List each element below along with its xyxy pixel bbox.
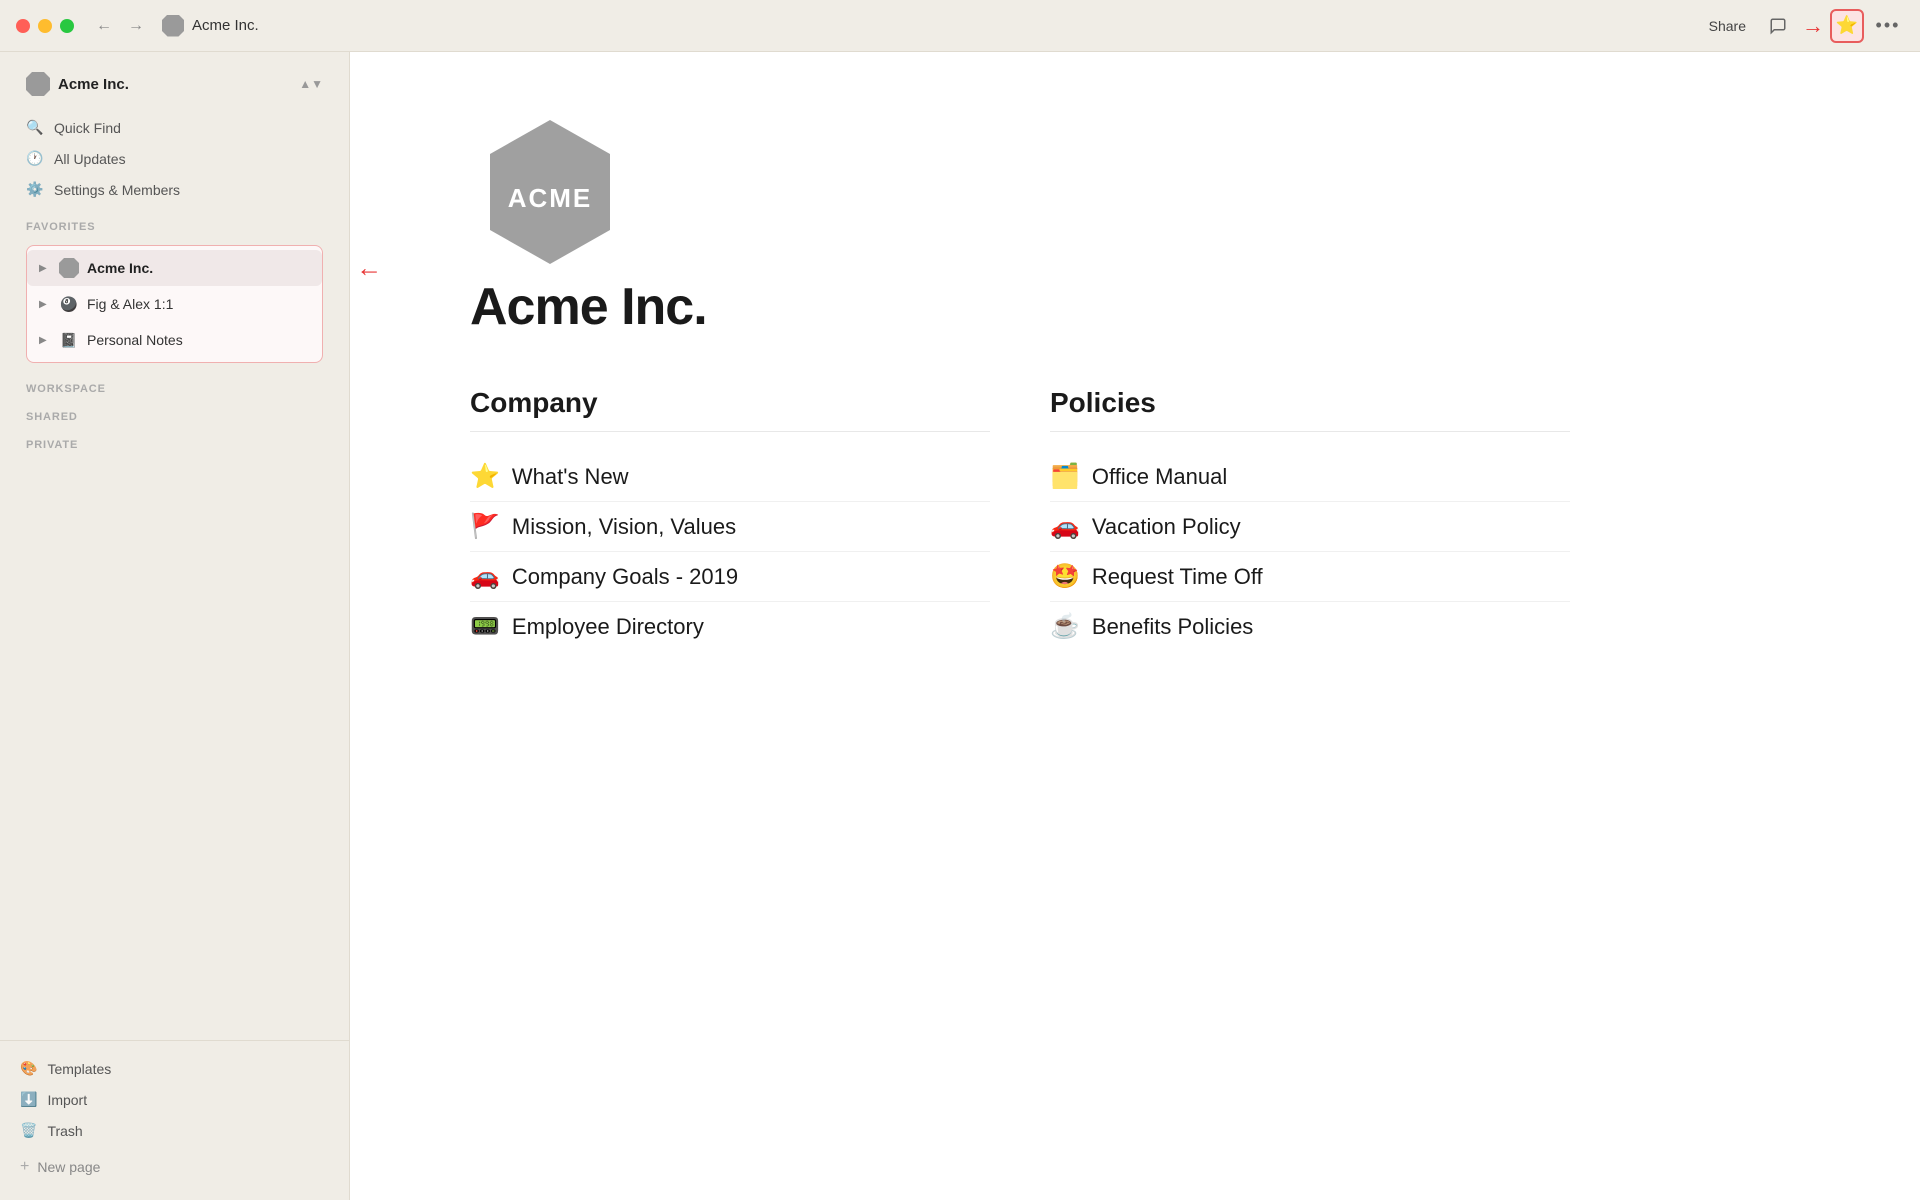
arrow-to-star: → xyxy=(1802,13,1824,39)
sidebar-item-all-updates[interactable]: 🕐 All Updates xyxy=(16,143,333,174)
gear-icon: ⚙️ xyxy=(26,181,44,198)
titlebar: ← → Acme Inc. Share → ⭐ ••• xyxy=(0,0,1920,52)
private-section-label: PRIVATE xyxy=(16,427,333,455)
favorites-label: FAVORITES xyxy=(16,209,333,237)
fig-alex-icon: 🎱 xyxy=(59,294,79,314)
svg-text:ACME: ACME xyxy=(508,183,593,213)
office-manual-link[interactable]: 🗂️ Office Manual xyxy=(1050,452,1570,502)
sidebar-item-templates[interactable]: 🎨 Templates xyxy=(10,1053,339,1084)
benefits-emoji: ☕ xyxy=(1050,612,1080,641)
goals-emoji: 🚗 xyxy=(470,562,500,591)
content-columns: Company ⭐ What's New 🚩 Mission, Vision, … xyxy=(470,387,1570,651)
comment-button[interactable] xyxy=(1762,10,1794,42)
sidebar-item-trash[interactable]: 🗑️ Trash xyxy=(10,1115,339,1146)
vacation-emoji: 🚗 xyxy=(1050,512,1080,541)
favorites-box: ▶ Acme Inc. ← ▶ 🎱 Fig & Alex 1:1 ▶ 📓 xyxy=(26,245,323,363)
quick-find-label: Quick Find xyxy=(54,120,121,136)
fig-alex-label: Fig & Alex 1:1 xyxy=(87,296,173,312)
settings-label: Settings & Members xyxy=(54,182,180,198)
acme-logo: ACME xyxy=(470,112,1800,277)
whats-new-emoji: ⭐ xyxy=(470,462,500,491)
templates-label: Templates xyxy=(47,1061,111,1077)
forward-button[interactable]: → xyxy=(122,13,150,39)
sidebar-top: Acme Inc. ▲▼ 🔍 Quick Find 🕐 All Updates … xyxy=(0,52,349,467)
expand-arrow-icon-3: ▶ xyxy=(39,335,51,346)
nav-arrows: ← → xyxy=(90,13,150,39)
vacation-text: Vacation Policy xyxy=(1092,514,1241,540)
new-page-label: New page xyxy=(37,1159,100,1175)
policies-column-title: Policies xyxy=(1050,387,1570,432)
trash-label: Trash xyxy=(47,1123,82,1139)
workspace-chevron-icon: ▲▼ xyxy=(299,77,323,91)
acme-inc-label: Acme Inc. xyxy=(87,260,153,276)
all-updates-label: All Updates xyxy=(54,151,126,167)
expand-arrow-icon-2: ▶ xyxy=(39,299,51,310)
office-manual-text: Office Manual xyxy=(1092,464,1227,490)
mission-emoji: 🚩 xyxy=(470,512,500,541)
more-options-button[interactable]: ••• xyxy=(1872,10,1904,42)
acme-page-icon xyxy=(59,258,79,278)
page-title: Acme Inc. xyxy=(470,277,1800,337)
favorite-button[interactable]: ⭐ xyxy=(1830,9,1864,43)
sidebar-item-quick-find[interactable]: 🔍 Quick Find xyxy=(16,112,333,143)
titlebar-actions: Share → ⭐ ••• xyxy=(1701,9,1904,43)
expand-arrow-icon: ▶ xyxy=(39,263,51,274)
plus-icon: + xyxy=(20,1158,29,1176)
office-manual-emoji: 🗂️ xyxy=(1050,462,1080,491)
main-layout: Acme Inc. ▲▼ 🔍 Quick Find 🕐 All Updates … xyxy=(0,52,1920,1200)
traffic-lights xyxy=(16,19,74,33)
employee-directory-link[interactable]: 📟 Employee Directory xyxy=(470,602,990,651)
workspace-header[interactable]: Acme Inc. ▲▼ xyxy=(16,64,333,104)
titlebar-title: Acme Inc. xyxy=(192,17,1701,34)
request-time-off-link[interactable]: 🤩 Request Time Off xyxy=(1050,552,1570,602)
clock-icon: 🕐 xyxy=(26,150,44,167)
sidebar-nav-group: 🔍 Quick Find 🕐 All Updates ⚙️ Settings &… xyxy=(16,108,333,209)
directory-emoji: 📟 xyxy=(470,612,500,641)
time-off-emoji: 🤩 xyxy=(1050,562,1080,591)
company-column: Company ⭐ What's New 🚩 Mission, Vision, … xyxy=(470,387,990,651)
sidebar-item-settings[interactable]: ⚙️ Settings & Members xyxy=(16,174,333,205)
benefits-text: Benefits Policies xyxy=(1092,614,1253,640)
sidebar: Acme Inc. ▲▼ 🔍 Quick Find 🕐 All Updates … xyxy=(0,52,350,1200)
workspace-name: Acme Inc. xyxy=(58,76,291,93)
minimize-button[interactable] xyxy=(38,19,52,33)
workspace-section-label: WORKSPACE xyxy=(16,371,333,399)
page-icon-small xyxy=(162,15,184,37)
vacation-policy-link[interactable]: 🚗 Vacation Policy xyxy=(1050,502,1570,552)
close-button[interactable] xyxy=(16,19,30,33)
sidebar-bottom: 🎨 Templates ⬇️ Import 🗑️ Trash + New pag… xyxy=(0,1040,349,1184)
personal-notes-icon: 📓 xyxy=(59,330,79,350)
trash-icon: 🗑️ xyxy=(20,1122,37,1139)
policies-column: Policies 🗂️ Office Manual 🚗 Vacation Pol… xyxy=(1050,387,1570,651)
company-goals-link[interactable]: 🚗 Company Goals - 2019 xyxy=(470,552,990,602)
import-icon: ⬇️ xyxy=(20,1091,37,1108)
favorites-item-fig-alex[interactable]: ▶ 🎱 Fig & Alex 1:1 xyxy=(27,286,322,322)
share-button[interactable]: Share xyxy=(1701,14,1754,38)
search-icon: 🔍 xyxy=(26,119,44,136)
content-area: ACME Acme Inc. Company ⭐ What's New 🚩 Mi… xyxy=(350,52,1920,1200)
mission-text: Mission, Vision, Values xyxy=(512,514,736,540)
new-page-button[interactable]: + New page xyxy=(10,1150,339,1184)
favorites-item-personal-notes[interactable]: ▶ 📓 Personal Notes xyxy=(27,322,322,358)
back-button[interactable]: ← xyxy=(90,13,118,39)
personal-notes-label: Personal Notes xyxy=(87,332,183,348)
company-column-title: Company xyxy=(470,387,990,432)
shared-section-label: SHARED xyxy=(16,399,333,427)
maximize-button[interactable] xyxy=(60,19,74,33)
templates-icon: 🎨 xyxy=(20,1060,37,1077)
sidebar-item-import[interactable]: ⬇️ Import xyxy=(10,1084,339,1115)
directory-text: Employee Directory xyxy=(512,614,704,640)
time-off-text: Request Time Off xyxy=(1092,564,1263,590)
whats-new-text: What's New xyxy=(512,464,629,490)
import-label: Import xyxy=(47,1092,87,1108)
favorites-item-acme[interactable]: ▶ Acme Inc. ← xyxy=(27,250,322,286)
benefits-policies-link[interactable]: ☕ Benefits Policies xyxy=(1050,602,1570,651)
workspace-icon xyxy=(26,72,50,96)
mission-values-link[interactable]: 🚩 Mission, Vision, Values xyxy=(470,502,990,552)
whats-new-link[interactable]: ⭐ What's New xyxy=(470,452,990,502)
more-icon: ••• xyxy=(1876,15,1901,36)
goals-text: Company Goals - 2019 xyxy=(512,564,738,590)
